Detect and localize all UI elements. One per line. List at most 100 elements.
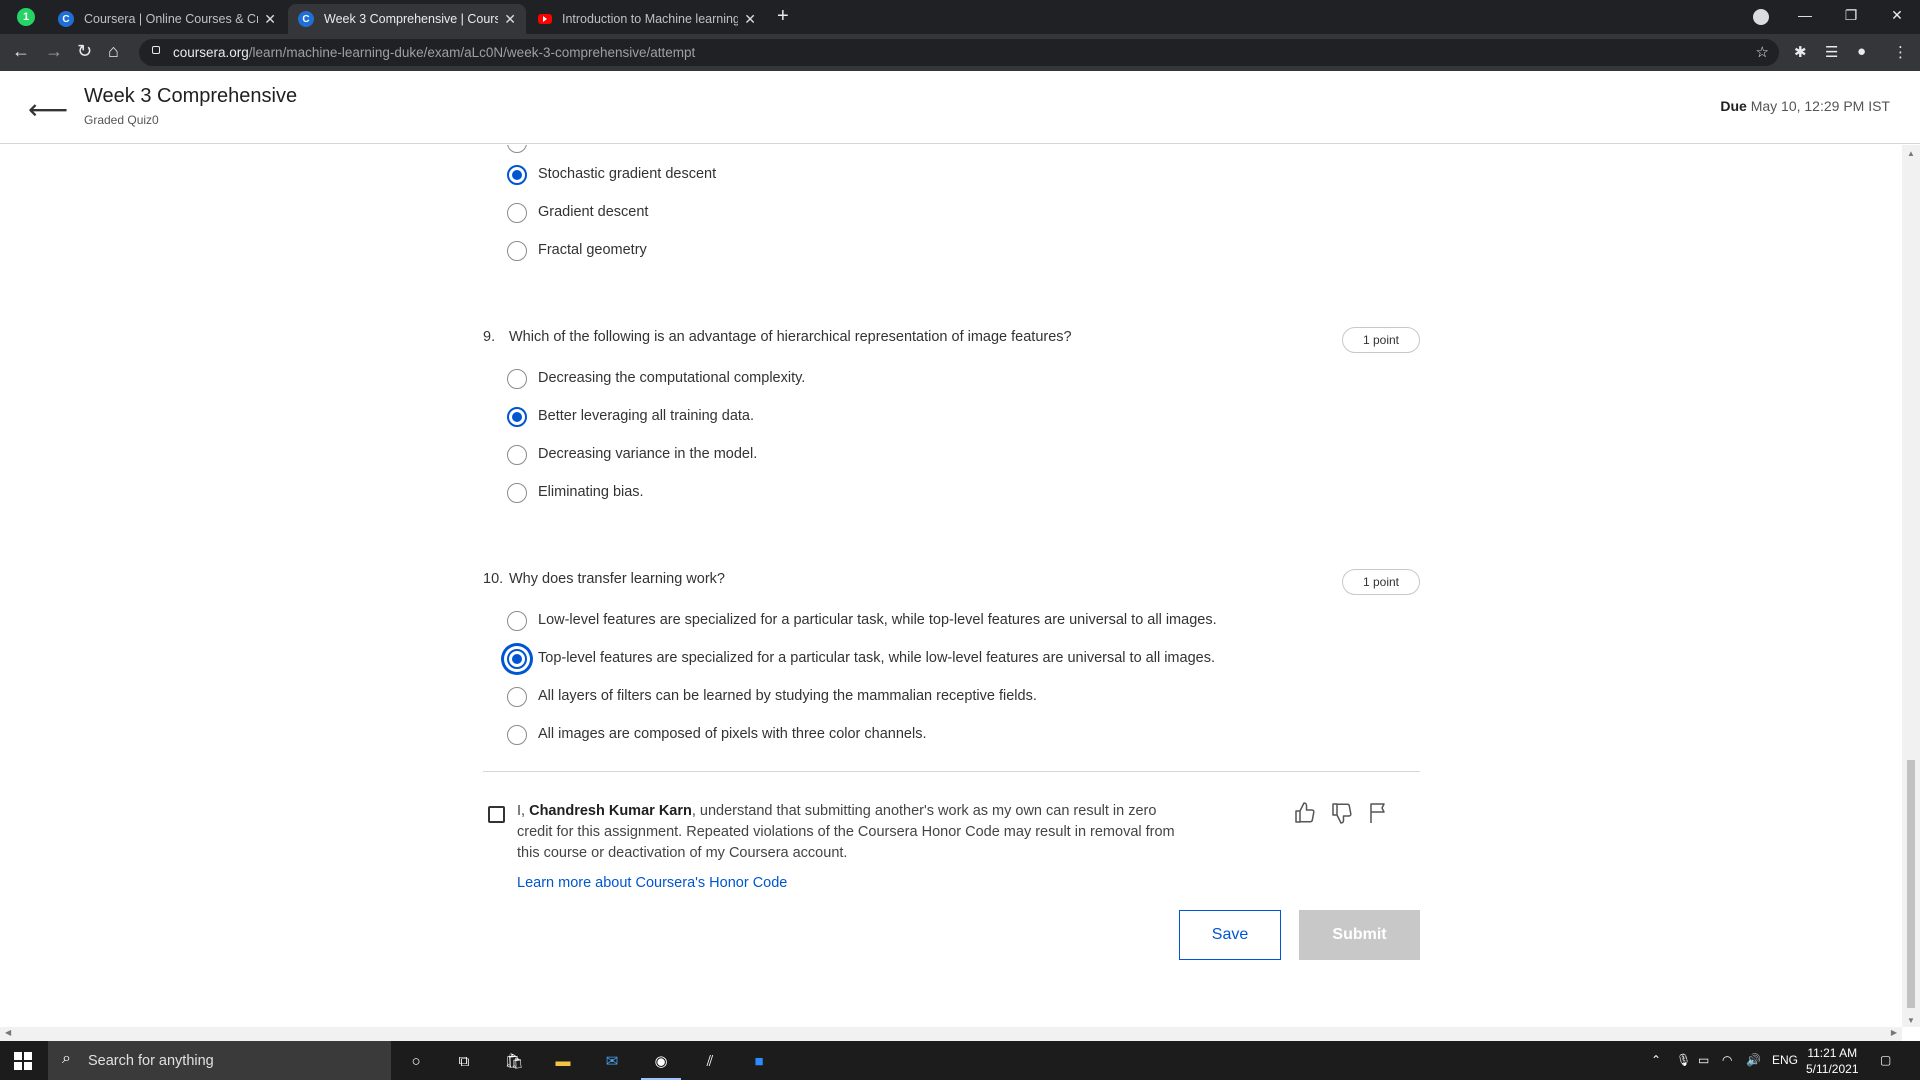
language-indicator[interactable]: ENG	[1772, 1053, 1798, 1067]
restore-icon[interactable]: ❐	[1828, 7, 1874, 24]
store-icon[interactable]: 🛍	[502, 1049, 526, 1073]
youtube-icon	[538, 14, 552, 24]
option-label: Gradient descent	[538, 204, 649, 220]
save-button[interactable]: Save	[1179, 910, 1281, 960]
divider	[483, 771, 1420, 772]
tab-title: Week 3 Comprehensive | Course	[324, 12, 499, 26]
scroll-right-icon[interactable]: ▶	[1891, 1028, 1897, 1037]
flag-icon[interactable]	[1366, 801, 1390, 825]
radio-button[interactable]	[507, 369, 527, 389]
radio-button[interactable]	[507, 407, 527, 427]
radio-button[interactable]	[507, 687, 527, 707]
option-label: Fractal geometry	[538, 242, 647, 258]
horizontal-scrollbar[interactable]: ◀ ▶	[0, 1027, 1902, 1041]
points-badge: 1 point	[1342, 569, 1420, 595]
profile-icon[interactable]	[1753, 9, 1769, 25]
radio-button[interactable]	[507, 241, 527, 261]
cortana-icon[interactable]: ○	[404, 1049, 428, 1073]
coursera-icon: C	[58, 11, 74, 27]
close-icon[interactable]: ✕	[504, 11, 516, 28]
lock-icon	[152, 46, 160, 54]
thumbs-up-icon[interactable]	[1293, 801, 1317, 825]
battery-icon[interactable]: ▭	[1698, 1053, 1709, 1067]
wifi-icon[interactable]: ◠	[1722, 1053, 1732, 1067]
tray-chevron-icon[interactable]: ⌃	[1651, 1053, 1661, 1067]
taskbar-search[interactable]: ⌕ Search for anything	[48, 1041, 391, 1080]
radio-button[interactable]	[507, 611, 527, 631]
microphone-icon[interactable]: 🎙	[1676, 1053, 1691, 1067]
back-icon[interactable]: ←	[12, 41, 30, 62]
option-label: Better leveraging all training data.	[538, 408, 755, 424]
mail-icon[interactable]: ✉	[600, 1049, 624, 1073]
whatsapp-icon[interactable]: 1	[17, 8, 35, 26]
option-label: All images are composed of pixels with t…	[538, 726, 927, 742]
scroll-left-icon[interactable]: ◀	[5, 1028, 11, 1037]
option-label: Stochastic gradient descent	[538, 166, 717, 182]
radio-button[interactable]	[507, 649, 527, 669]
media-control-icon[interactable]: ☰	[1825, 43, 1838, 61]
minimize-icon[interactable]: —	[1782, 7, 1828, 23]
notifications-icon[interactable]: ▢	[1880, 1053, 1891, 1067]
extensions-icon[interactable]: ✱	[1794, 43, 1807, 61]
app-icon[interactable]: ⫽	[698, 1049, 722, 1073]
back-arrow-icon[interactable]: ⟵	[28, 93, 68, 126]
radio-button[interactable]	[507, 725, 527, 745]
question-number: 10.	[483, 571, 504, 587]
option-label: Low-level features are specialized for a…	[538, 612, 1217, 628]
option-label: Decreasing variance in the model.	[538, 446, 758, 462]
coursera-icon: C	[298, 11, 314, 27]
tab-intro-ml[interactable]: Introduction to Machine learning ✕	[528, 4, 766, 34]
radio-button[interactable]	[507, 165, 527, 185]
menu-icon[interactable]: ⋮	[1893, 43, 1908, 61]
page-subtitle: Graded Quiz0	[84, 113, 159, 127]
page-title: Week 3 Comprehensive	[84, 85, 298, 107]
scroll-up-icon[interactable]: ▲	[1907, 149, 1915, 158]
windows-start-icon[interactable]	[14, 1052, 32, 1070]
volume-icon[interactable]: 🔊	[1746, 1053, 1761, 1067]
radio-button[interactable]	[507, 445, 527, 465]
clock-date: 5/11/2021	[1806, 1062, 1859, 1076]
scrollbar-thumb[interactable]	[1907, 760, 1915, 1008]
browser-toolbar: ← → ↻ ⌂ coursera.org/learn/machine-learn…	[0, 34, 1920, 71]
new-tab-button[interactable]: +	[777, 5, 789, 28]
radio-button[interactable]	[507, 203, 527, 223]
submit-button[interactable]: Submit	[1299, 910, 1420, 960]
home-icon[interactable]: ⌂	[108, 41, 119, 62]
honor-code-link[interactable]: Learn more about Coursera's Honor Code	[517, 875, 787, 891]
option-label: Eliminating bias.	[538, 484, 644, 500]
thumbs-down-icon[interactable]	[1330, 801, 1354, 825]
quiz-content: Stochastic gradient descent Gradient des…	[0, 145, 1902, 1027]
radio-button[interactable]	[507, 483, 527, 503]
clock[interactable]: 11:21 AM 5/11/2021	[1806, 1045, 1859, 1077]
question-text: Which of the following is an advantage o…	[509, 329, 1072, 345]
zoom-icon[interactable]: ■	[747, 1049, 771, 1073]
close-icon[interactable]: ✕	[744, 11, 756, 28]
honor-code-checkbox[interactable]	[488, 806, 505, 823]
bookmark-star-icon[interactable]: ☆	[1756, 43, 1769, 61]
tab-title: Introduction to Machine learning	[562, 12, 739, 26]
reload-icon[interactable]: ↻	[77, 41, 92, 62]
tab-coursera-home[interactable]: C Coursera | Online Courses & Cre ✕	[48, 4, 286, 34]
close-icon[interactable]: ✕	[264, 11, 276, 28]
taskbar: ⌕ Search for anything ○ ⧉ 🛍 ▬ ✉ ◉ ⫽ ■ ⌃ …	[0, 1041, 1920, 1080]
vertical-scrollbar[interactable]: ▲ ▼	[1902, 145, 1920, 1027]
tab-week-3-comprehensive[interactable]: C Week 3 Comprehensive | Course ✕	[288, 4, 526, 34]
option-label: Decreasing the computational complexity.	[538, 370, 806, 386]
chrome-icon[interactable]: ◉	[649, 1049, 673, 1073]
honor-code-statement: I, Chandresh Kumar Karn, understand that…	[517, 803, 1175, 861]
tab-title: Coursera | Online Courses & Cre	[84, 12, 259, 26]
option-label: Top-level features are specialized for a…	[538, 650, 1215, 666]
file-explorer-icon[interactable]: ▬	[551, 1049, 575, 1073]
forward-icon[interactable]: →	[45, 41, 63, 62]
radio-button[interactable]	[507, 145, 527, 153]
scroll-down-icon[interactable]: ▼	[1907, 1016, 1915, 1025]
option-label: All layers of filters can be learned by …	[538, 688, 1037, 704]
points-badge: 1 point	[1342, 327, 1420, 353]
address-bar[interactable]: coursera.org/learn/machine-learning-duke…	[139, 39, 1779, 66]
account-avatar-icon[interactable]: ●	[1857, 43, 1866, 60]
question-number: 9.	[483, 329, 496, 345]
url-text: coursera.org/learn/machine-learning-duke…	[173, 45, 696, 60]
close-window-icon[interactable]: ✕	[1874, 7, 1920, 24]
window-controls: — ❐ ✕	[1782, 0, 1920, 30]
task-view-icon[interactable]: ⧉	[452, 1049, 476, 1073]
